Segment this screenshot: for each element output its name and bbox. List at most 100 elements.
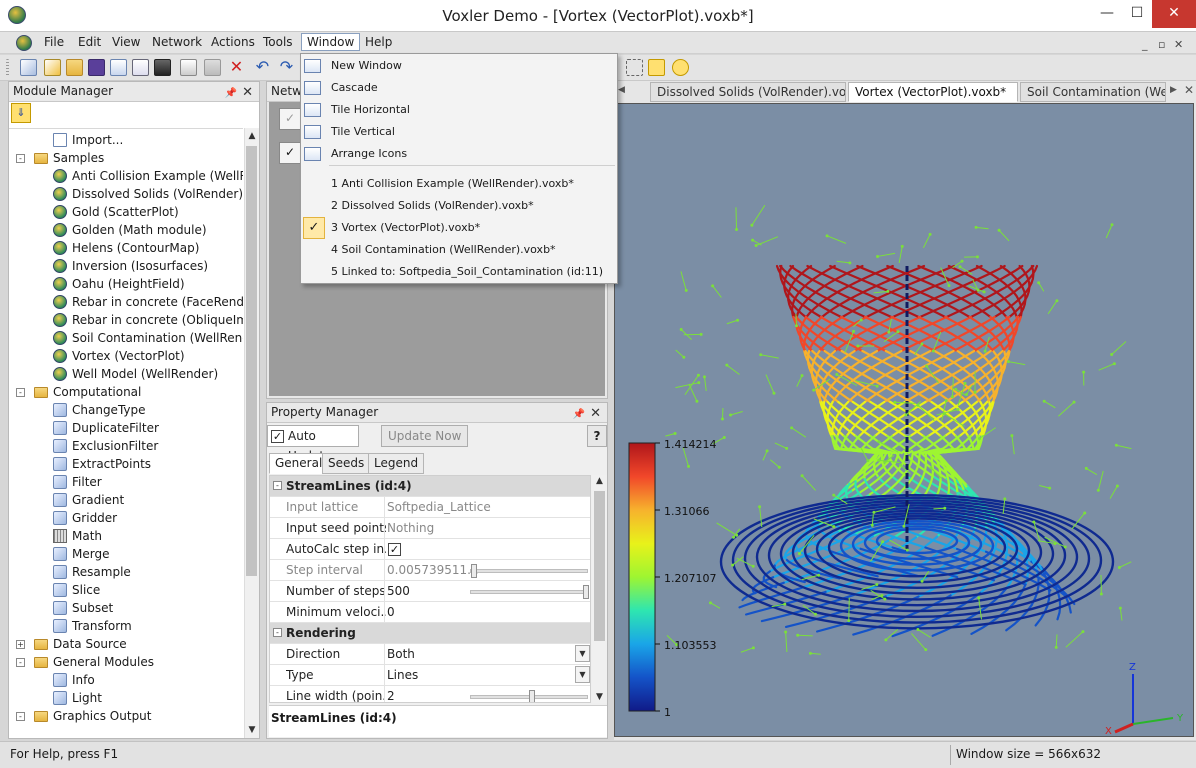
paste-icon[interactable] xyxy=(204,59,221,76)
menu-tools[interactable]: Tools xyxy=(263,35,293,49)
panel-close-icon[interactable]: ✕ xyxy=(590,404,601,423)
new-module-icon[interactable] xyxy=(44,59,61,76)
menu-item-cascade[interactable]: Cascade xyxy=(304,77,378,99)
document-icon[interactable] xyxy=(16,35,32,51)
tab-dissolved-solids[interactable]: Dissolved Solids (VolRender).voxb* xyxy=(650,82,846,102)
slider-knob[interactable] xyxy=(471,564,477,578)
prop-input-seed-points[interactable]: Input seed points Nothing xyxy=(270,518,590,539)
tree-item[interactable]: Transform xyxy=(9,617,243,635)
collapse-icon[interactable]: - xyxy=(16,712,25,721)
tree-item[interactable]: + Data Source xyxy=(9,635,243,653)
tab-soil-contamination[interactable]: Soil Contamination (Well... xyxy=(1020,82,1166,102)
tree-item[interactable]: Golden (Math module) xyxy=(9,221,243,239)
menu-item-file-3[interactable]: 3 Vortex (VectorPlot).voxb* xyxy=(331,217,480,239)
menu-network[interactable]: Network xyxy=(152,35,202,49)
menu-item-tile-horizontal[interactable]: Tile Horizontal xyxy=(304,99,410,121)
tree-item[interactable]: Gradient xyxy=(9,491,243,509)
slider-knob[interactable] xyxy=(583,585,589,599)
tree-item[interactable]: Anti Collision Example (WellRen xyxy=(9,167,243,185)
tree-item[interactable]: Info xyxy=(9,671,243,689)
menu-item-file-5[interactable]: 5 Linked to: Softpedia_Soil_Contaminatio… xyxy=(331,261,603,283)
tree-item[interactable]: DuplicateFilter xyxy=(9,419,243,437)
scroll-up-icon[interactable]: ▲ xyxy=(245,128,259,144)
tree-item[interactable]: Rebar in concrete (ObliqueImag xyxy=(9,311,243,329)
collapse-icon[interactable]: - xyxy=(273,481,282,490)
menu-help[interactable]: Help xyxy=(365,35,392,49)
save-icon[interactable] xyxy=(88,59,105,76)
tab-general[interactable]: General xyxy=(269,453,329,474)
mdi-restore-button[interactable]: ▫ xyxy=(1158,38,1165,51)
scroll-down-icon[interactable]: ▼ xyxy=(245,722,259,738)
update-now-button[interactable]: Update Now xyxy=(381,425,469,447)
minimize-button[interactable]: — xyxy=(1092,0,1122,28)
track-ball-icon[interactable] xyxy=(672,59,689,76)
chevron-down-icon[interactable]: ▼ xyxy=(575,666,590,683)
collapse-icon[interactable]: - xyxy=(16,658,25,667)
tree-item[interactable]: Resample xyxy=(9,563,243,581)
tree-item[interactable]: Import... xyxy=(9,131,243,149)
menu-item-new-window[interactable]: New Window xyxy=(304,55,402,77)
help-button[interactable]: ? xyxy=(587,425,607,447)
menu-actions[interactable]: Actions xyxy=(211,35,255,49)
menu-edit[interactable]: Edit xyxy=(78,35,101,49)
print-icon[interactable] xyxy=(154,59,171,76)
tree-item[interactable]: - Samples xyxy=(9,149,243,167)
tree-item[interactable]: Gold (ScatterPlot) xyxy=(9,203,243,221)
scroll-up-icon[interactable]: ▲ xyxy=(592,476,607,486)
redo-icon[interactable]: ↷ xyxy=(278,59,295,76)
menu-item-file-2[interactable]: 2 Dissolved Solids (VolRender).voxb* xyxy=(331,195,534,217)
prop-number-of-steps[interactable]: Number of steps 500 xyxy=(270,581,590,602)
tree-item[interactable]: Rebar in concrete (FaceRender) xyxy=(9,293,243,311)
tree-item[interactable]: - Computational xyxy=(9,383,243,401)
tree-item[interactable]: - General Modules xyxy=(9,653,243,671)
tree-item[interactable]: Soil Contamination (WellRender xyxy=(9,329,243,347)
tree-item[interactable]: Subset xyxy=(9,599,243,617)
menu-item-file-4[interactable]: 4 Soil Contamination (WellRender).voxb* xyxy=(331,239,556,261)
auto-update-checkbox[interactable]: ✓ xyxy=(271,430,284,443)
panel-close-icon[interactable]: ✕ xyxy=(242,83,253,102)
tab-vortex[interactable]: Vortex (VectorPlot).voxb* xyxy=(848,82,1018,102)
tree-item[interactable]: Vortex (VectorPlot) xyxy=(9,347,243,365)
tab-scroll-left-icon[interactable]: ◀ xyxy=(618,85,625,95)
save-as-icon[interactable] xyxy=(110,59,127,76)
prop-type[interactable]: Type Lines ▼ xyxy=(270,665,590,686)
mdi-close-button[interactable]: ✕ xyxy=(1174,38,1183,51)
chevron-down-icon[interactable]: ▼ xyxy=(575,645,590,662)
autocalc-checkbox[interactable]: ✓ xyxy=(388,543,401,556)
collapse-icon[interactable]: - xyxy=(16,154,25,163)
prop-line-width[interactable]: Line width (poin... 2 xyxy=(270,686,590,702)
zoom-extent-icon[interactable] xyxy=(648,59,665,76)
number-of-steps-slider[interactable] xyxy=(470,585,589,599)
menu-view[interactable]: View xyxy=(112,35,140,49)
tree-item[interactable]: Merge xyxy=(9,545,243,563)
toolbar-grip[interactable] xyxy=(6,59,9,76)
menu-item-arrange-icons[interactable]: Arrange Icons xyxy=(304,143,407,165)
collapse-icon[interactable]: - xyxy=(16,388,25,397)
collapse-icon[interactable]: - xyxy=(273,628,282,637)
pin-icon[interactable]: 📌 xyxy=(573,405,585,424)
prop-minimum-velocity[interactable]: Minimum veloci... 0 xyxy=(270,602,590,623)
new-network-icon[interactable] xyxy=(20,59,37,76)
delete-icon[interactable]: ✕ xyxy=(228,59,245,76)
tree-item[interactable]: Math xyxy=(9,527,243,545)
open-icon[interactable] xyxy=(66,59,83,76)
select-icon[interactable] xyxy=(626,59,643,76)
scroll-down-icon[interactable]: ▼ xyxy=(592,692,607,702)
expand-icon[interactable]: + xyxy=(16,640,25,649)
tab-legend[interactable]: Legend xyxy=(368,453,425,474)
section-rendering[interactable]: - Rendering xyxy=(270,623,590,644)
tree-item[interactable]: Inversion (Isosurfaces) xyxy=(9,257,243,275)
tree-item[interactable]: ExtractPoints xyxy=(9,455,243,473)
prop-autocalc-step[interactable]: AutoCalc step in... ✓ xyxy=(270,539,590,560)
tree-item[interactable]: ChangeType xyxy=(9,401,243,419)
tree-item[interactable]: Filter xyxy=(9,473,243,491)
tree-item[interactable]: - Graphics Output xyxy=(9,707,243,725)
tab-scroll-right-icon[interactable]: ▶ xyxy=(1170,85,1177,95)
line-width-slider[interactable] xyxy=(470,690,588,702)
prop-direction[interactable]: Direction Both ▼ xyxy=(270,644,590,665)
menu-item-file-1[interactable]: 1 Anti Collision Example (WellRender).vo… xyxy=(331,173,574,195)
tab-seeds[interactable]: Seeds xyxy=(322,453,371,474)
tab-close-icon[interactable]: ✕ xyxy=(1184,83,1194,97)
tree-item[interactable]: Well Model (WellRender) xyxy=(9,365,243,383)
pin-icon[interactable]: 📌 xyxy=(225,84,237,103)
